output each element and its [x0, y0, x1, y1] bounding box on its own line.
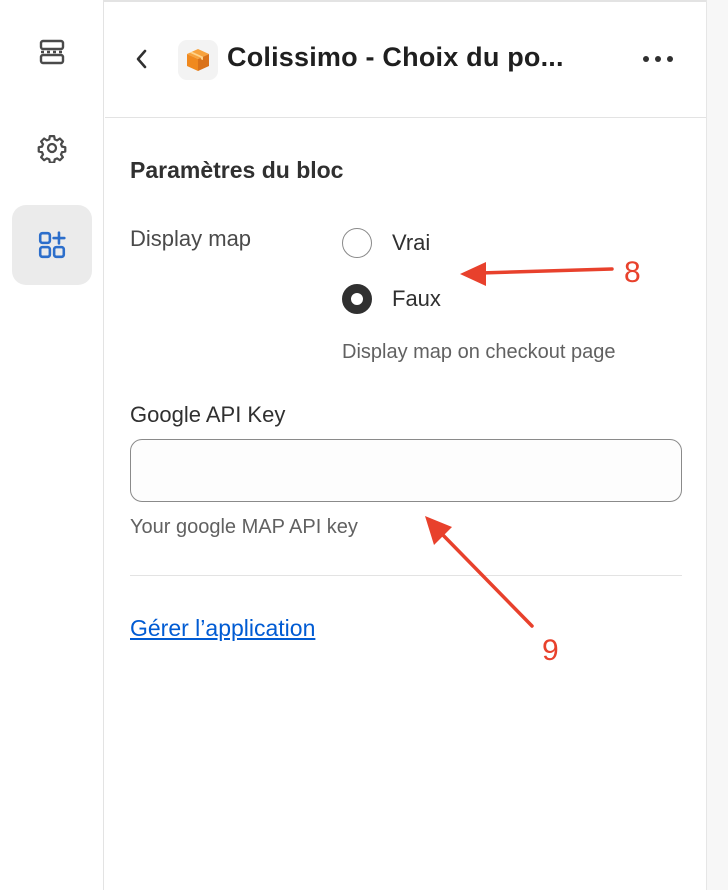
more-horizontal-icon — [643, 56, 673, 62]
annotation-label-9: 9 — [542, 634, 559, 667]
google-api-key-help-text: Your google MAP API key — [130, 516, 358, 538]
radio-faux[interactable] — [342, 284, 372, 314]
radio-option-faux[interactable]: Faux — [342, 281, 441, 317]
sidebar-item-sections[interactable] — [12, 12, 92, 92]
divider — [130, 575, 682, 576]
google-api-key-label: Google API Key — [130, 402, 286, 427]
radio-faux-label: Faux — [392, 286, 441, 311]
manage-app-link[interactable]: Gérer l’application — [130, 615, 315, 642]
package-box-icon — [187, 49, 209, 71]
display-map-help-text: Display map on checkout page — [342, 341, 616, 363]
gear-icon — [37, 135, 67, 163]
apps-add-icon — [38, 231, 66, 259]
section-title: Paramètres du bloc — [130, 157, 344, 183]
app-icon — [178, 40, 218, 80]
sidebar-item-apps[interactable] — [12, 205, 92, 285]
page-title: Colissimo - Choix du po... — [227, 42, 564, 72]
sections-layout-icon — [39, 39, 65, 65]
sidebar-rail — [0, 0, 104, 890]
annotation-label-8: 8 — [624, 256, 641, 289]
radio-vrai[interactable] — [342, 228, 372, 258]
back-button[interactable] — [127, 44, 157, 74]
chevron-left-icon — [136, 49, 147, 69]
sidebar-item-settings[interactable] — [12, 108, 92, 188]
block-settings-panel: Colissimo - Choix du po... Paramètres du… — [105, 0, 706, 890]
radio-vrai-label: Vrai — [392, 230, 431, 255]
panel-header: Colissimo - Choix du po... — [105, 0, 706, 118]
right-edge-strip — [706, 0, 728, 890]
google-api-key-input[interactable] — [130, 439, 682, 502]
more-actions-button[interactable] — [638, 42, 678, 76]
radio-option-vrai[interactable]: Vrai — [342, 225, 430, 261]
display-map-label: Display map — [130, 226, 252, 251]
